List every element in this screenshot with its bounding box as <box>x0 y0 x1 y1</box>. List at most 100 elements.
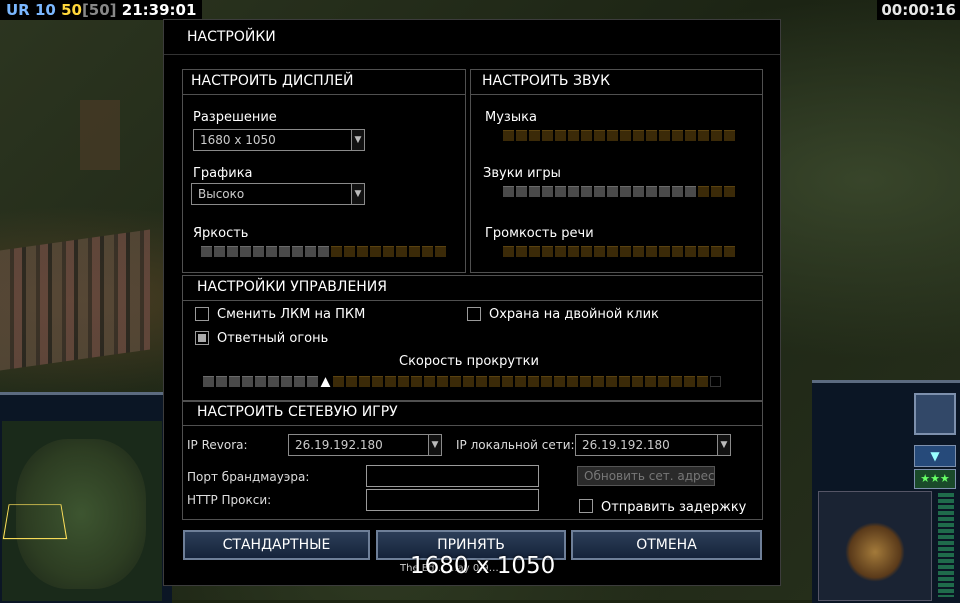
slider-segment[interactable] <box>516 246 527 257</box>
slider-segment[interactable] <box>529 246 540 257</box>
slider-segment[interactable] <box>685 246 696 257</box>
slider-segment[interactable] <box>685 130 696 141</box>
slider-segment[interactable] <box>555 130 566 141</box>
slider-segment[interactable] <box>516 186 527 197</box>
slider-segment[interactable] <box>437 376 448 387</box>
slider-segment[interactable] <box>411 376 422 387</box>
slider-segment[interactable] <box>489 376 500 387</box>
slider-segment[interactable] <box>318 246 329 257</box>
slider-segment[interactable] <box>633 246 644 257</box>
slider-segment[interactable] <box>698 186 709 197</box>
slider-segment[interactable] <box>359 376 370 387</box>
slider-segment[interactable] <box>542 130 553 141</box>
slider-segment[interactable] <box>307 376 318 387</box>
slider-segment[interactable] <box>268 376 279 387</box>
slider-segment[interactable] <box>555 186 566 197</box>
slider-segment[interactable] <box>435 246 446 257</box>
slider-segment[interactable] <box>567 376 578 387</box>
slider-segment[interactable] <box>711 130 722 141</box>
minimap-viewport[interactable] <box>2 504 68 540</box>
slider-segment[interactable] <box>581 186 592 197</box>
retaliation-checkbox[interactable] <box>195 331 209 345</box>
slider-segment[interactable] <box>581 130 592 141</box>
slider-segment[interactable] <box>672 130 683 141</box>
slider-segment[interactable] <box>671 376 682 387</box>
http-proxy-input[interactable] <box>366 489 539 511</box>
slider-segment[interactable] <box>372 376 383 387</box>
slider-segment[interactable] <box>619 376 630 387</box>
chevron-down-icon[interactable]: ▼ <box>351 130 364 150</box>
slider-segment[interactable] <box>607 130 618 141</box>
slider-segment[interactable] <box>240 246 251 257</box>
graphics-dropdown[interactable]: Высоко ▼ <box>191 183 365 205</box>
slider-segment[interactable] <box>333 376 344 387</box>
slider-segment[interactable] <box>554 376 565 387</box>
slider-segment[interactable] <box>658 376 669 387</box>
slider-segment[interactable] <box>503 130 514 141</box>
slider-segment[interactable] <box>398 376 409 387</box>
send-delay-checkbox[interactable] <box>579 499 593 513</box>
chevron-down-icon[interactable]: ▼ <box>717 435 730 455</box>
rank-stars-icon[interactable]: ★★★ <box>914 469 956 489</box>
slider-segment[interactable] <box>555 246 566 257</box>
slider-segment[interactable] <box>450 376 461 387</box>
brightness-slider[interactable] <box>201 246 446 257</box>
slider-segment[interactable] <box>201 246 212 257</box>
slider-segment[interactable] <box>281 376 292 387</box>
slider-segment[interactable] <box>568 246 579 257</box>
lan-dropdown[interactable]: 26.19.192.180 ▼ <box>575 434 731 456</box>
slider-segment[interactable] <box>620 186 631 197</box>
slider-segment[interactable] <box>724 186 735 197</box>
chevron-down-icon[interactable]: ▼ <box>351 184 364 204</box>
slider-segment[interactable] <box>529 186 540 197</box>
cancel-button[interactable]: ОТМЕНА <box>571 530 762 560</box>
slider-segment[interactable] <box>424 376 435 387</box>
slider-segment[interactable] <box>593 376 604 387</box>
slider-segment[interactable] <box>698 246 709 257</box>
slider-segment[interactable] <box>214 246 225 257</box>
slider-segment[interactable] <box>422 246 433 257</box>
swap-mouse-checkbox[interactable] <box>195 307 209 321</box>
slider-segment[interactable] <box>672 186 683 197</box>
slider-segment[interactable] <box>528 376 539 387</box>
slider-segment[interactable] <box>542 246 553 257</box>
slider-segment[interactable] <box>580 376 591 387</box>
slider-segment[interactable] <box>568 130 579 141</box>
slider-segment[interactable] <box>255 376 266 387</box>
slider-segment[interactable] <box>646 130 657 141</box>
slider-segment[interactable] <box>594 130 605 141</box>
slider-segment[interactable] <box>292 246 303 257</box>
resolution-dropdown[interactable]: 1680 x 1050 ▼ <box>193 129 365 151</box>
slider-segment[interactable] <box>305 246 316 257</box>
slider-segment[interactable] <box>476 376 487 387</box>
slider-segment[interactable] <box>606 376 617 387</box>
refresh-network-button[interactable]: Обновить сет. адрес <box>577 466 715 486</box>
general-portrait-icon[interactable] <box>914 393 956 435</box>
slider-segment[interactable] <box>344 246 355 257</box>
slider-segment[interactable] <box>383 246 394 257</box>
slider-segment[interactable] <box>633 130 644 141</box>
chevron-down-icon[interactable]: ▼ <box>914 445 956 467</box>
slider-segment[interactable] <box>203 376 214 387</box>
slider-segment[interactable] <box>620 246 631 257</box>
slider-segment[interactable] <box>503 186 514 197</box>
slider-segment[interactable] <box>253 246 264 257</box>
slider-segment[interactable] <box>515 376 526 387</box>
sfx-slider[interactable] <box>503 186 735 197</box>
slider-segment[interactable] <box>645 376 656 387</box>
voice-slider[interactable] <box>503 246 735 257</box>
slider-segment[interactable] <box>672 246 683 257</box>
slider-segment[interactable] <box>568 186 579 197</box>
slider-segment[interactable] <box>684 376 695 387</box>
slider-segment[interactable] <box>698 130 709 141</box>
slider-segment[interactable] <box>646 186 657 197</box>
slider-segment[interactable] <box>581 246 592 257</box>
slider-segment[interactable] <box>294 376 305 387</box>
slider-segment[interactable] <box>266 246 277 257</box>
slider-segment[interactable] <box>396 246 407 257</box>
slider-segment[interactable] <box>385 376 396 387</box>
slider-segment[interactable] <box>227 246 238 257</box>
slider-segment[interactable] <box>409 246 420 257</box>
slider-segment[interactable] <box>542 186 553 197</box>
music-slider[interactable] <box>503 130 735 141</box>
